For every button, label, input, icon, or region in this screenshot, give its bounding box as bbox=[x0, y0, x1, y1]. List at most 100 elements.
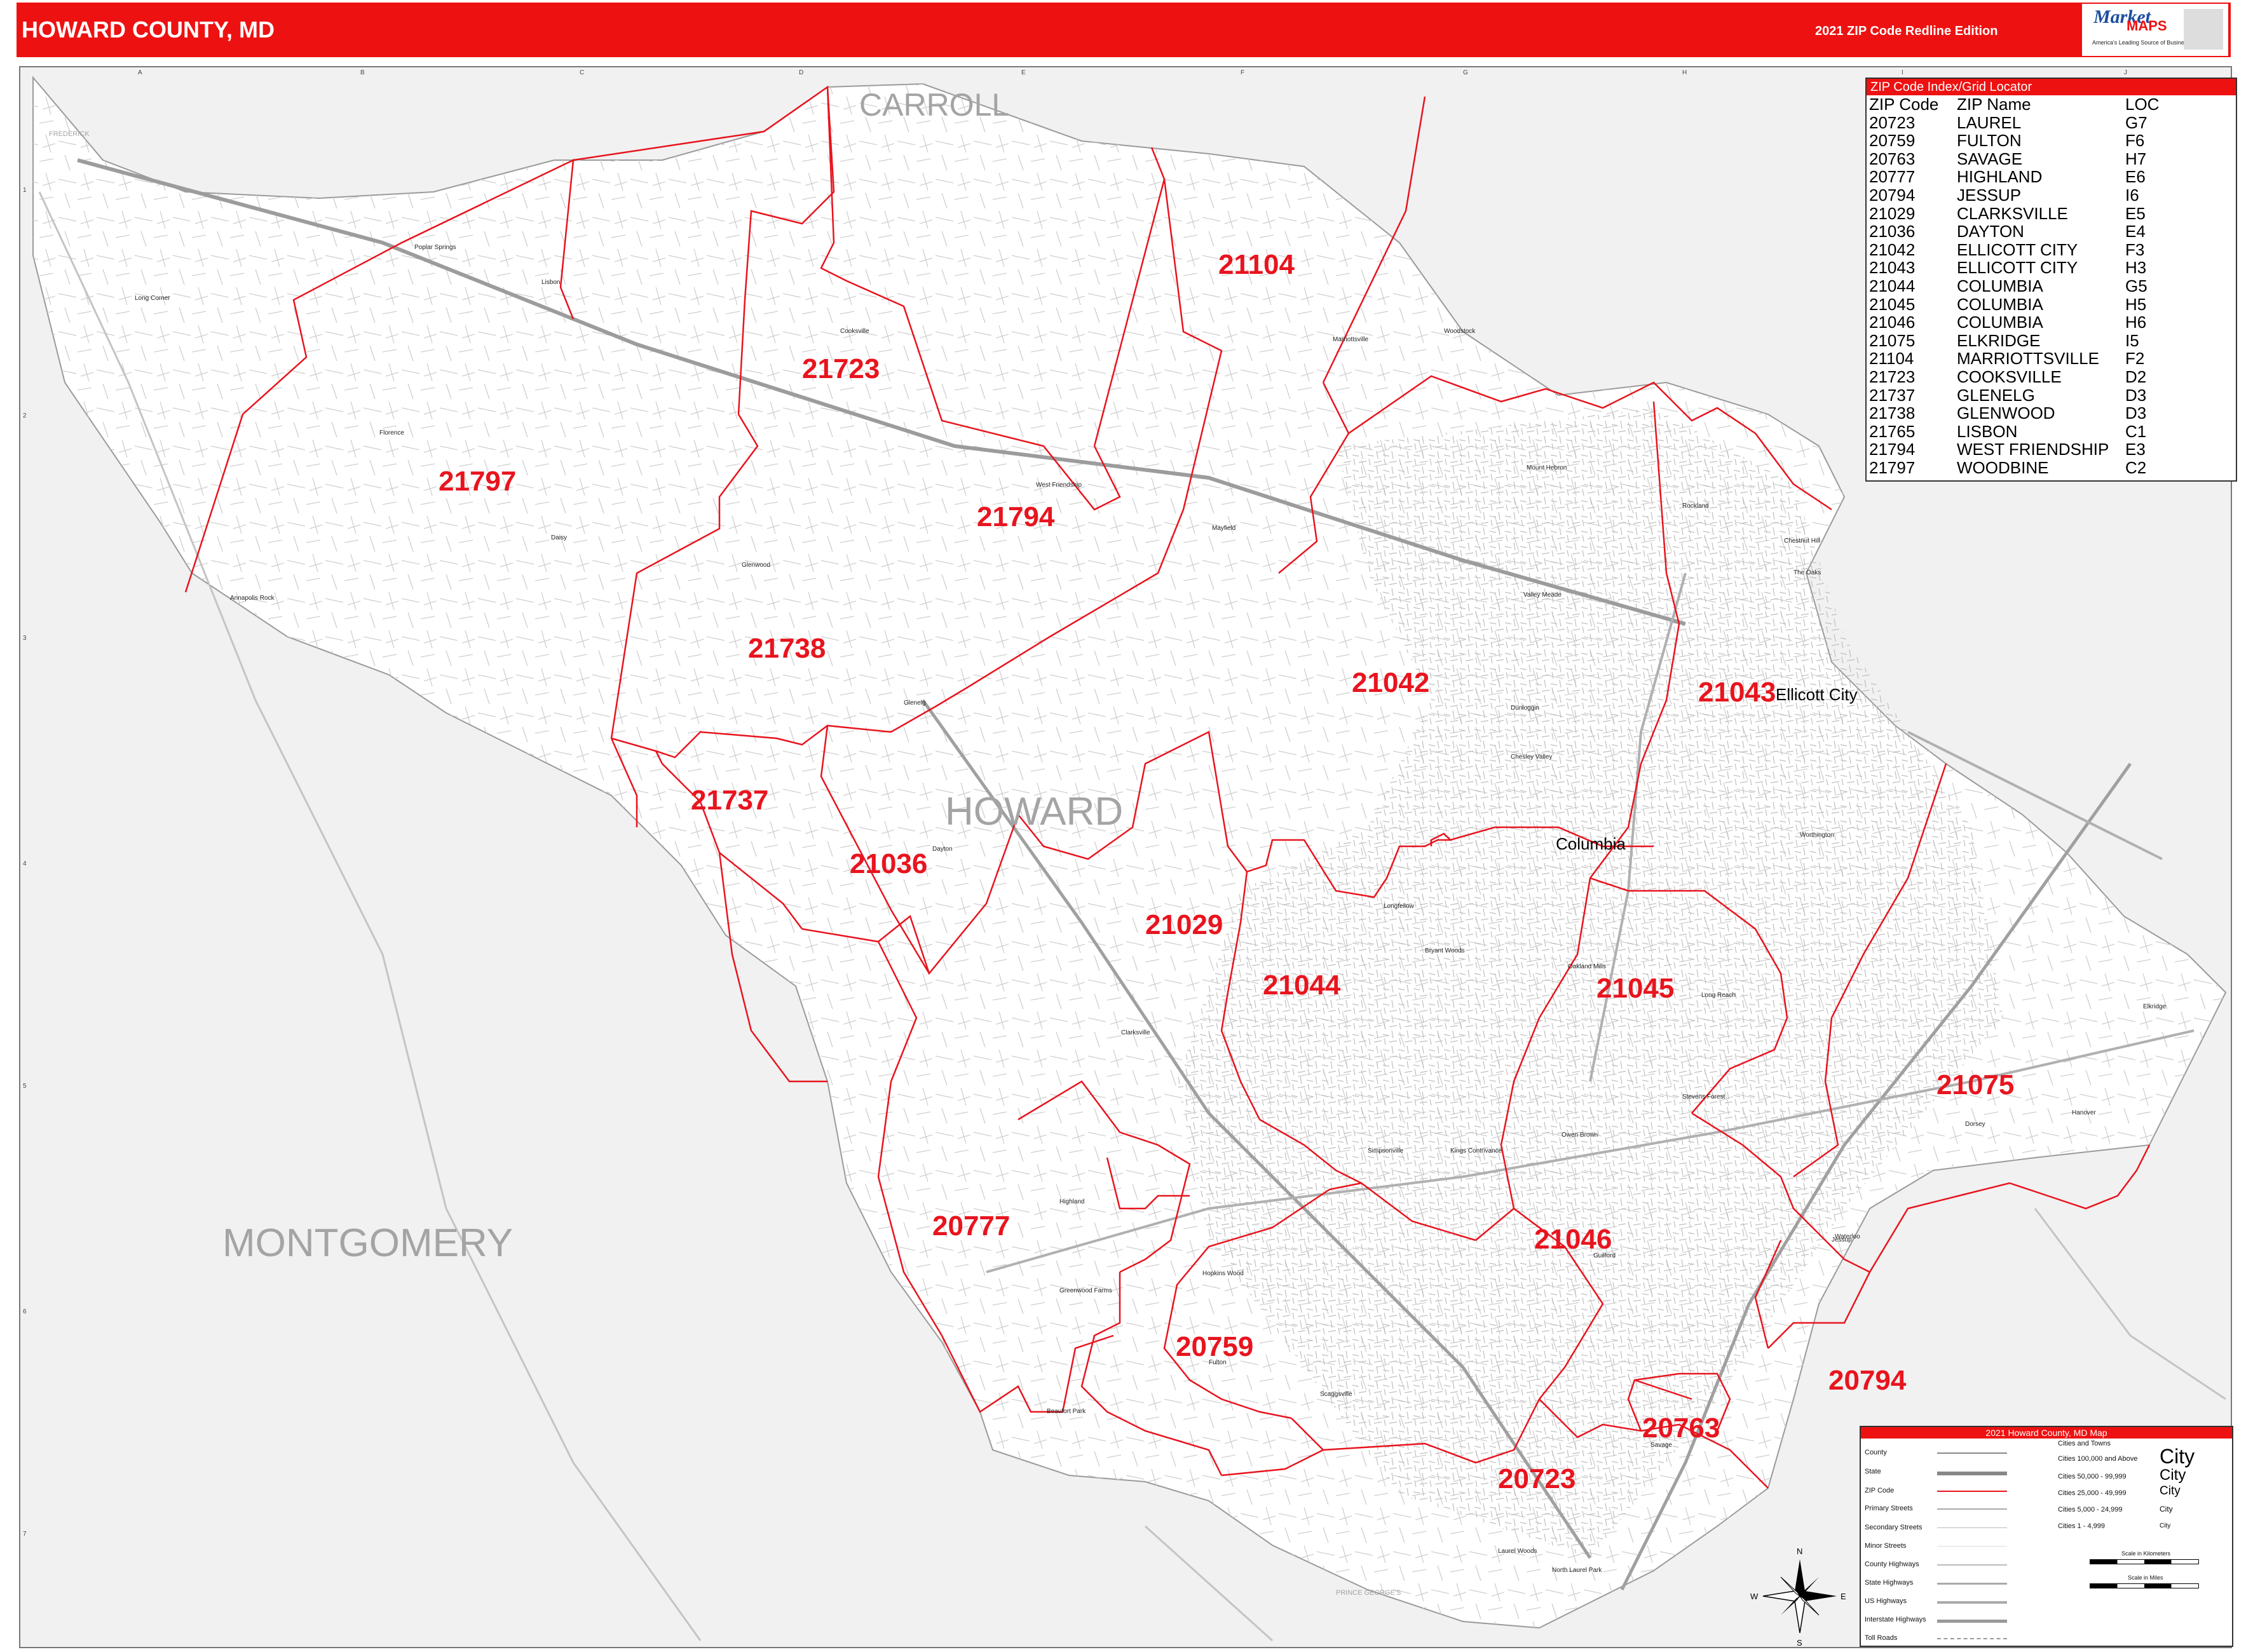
legend-state-line bbox=[1937, 1472, 2007, 1475]
index-cell-zip: 20723 bbox=[1869, 112, 1916, 132]
svg-text:Mayfield: Mayfield bbox=[1212, 525, 1235, 532]
index-cell-name: FULTON bbox=[1957, 131, 2022, 151]
index-cell-zip: 20759 bbox=[1869, 131, 1916, 151]
svg-text:Dorsey: Dorsey bbox=[1965, 1121, 1985, 1128]
ellicott-city-label: Ellicott City bbox=[1776, 685, 1858, 704]
svg-text:Daisy: Daisy bbox=[551, 534, 567, 541]
prince-georges-county-label: PRINCE GEORGE'S bbox=[1336, 1589, 1401, 1597]
contact-info-block bbox=[2184, 9, 2223, 50]
index-cell-zip: 21794 bbox=[1869, 440, 1916, 459]
zip-index-table: ZIP Code Index/Grid Locator ZIP Code ZIP… bbox=[1865, 78, 2237, 482]
legend-county-hwy-line bbox=[1937, 1564, 2007, 1566]
index-cell-loc: I6 bbox=[2125, 185, 2139, 205]
zip-label: 21737 bbox=[691, 785, 768, 816]
index-cell-loc: H3 bbox=[2125, 258, 2147, 278]
legend-title: 2021 Howard County, MD Map bbox=[1861, 1427, 2232, 1439]
svg-text:Hanover: Hanover bbox=[2072, 1109, 2096, 1116]
scale-km-label: Scale in Kilometers bbox=[2121, 1550, 2171, 1557]
index-row: 20723 LAUREL G7 bbox=[1869, 112, 2189, 132]
legend-city-sample-2: City bbox=[2160, 1466, 2186, 1484]
index-row: 21797 WOODBINE C2 bbox=[1869, 459, 2189, 477]
index-cell-zip: 20763 bbox=[1869, 149, 1916, 168]
index-cell-zip: 21042 bbox=[1869, 240, 1916, 259]
svg-text:North Laurel Park: North Laurel Park bbox=[1552, 1567, 1602, 1574]
index-cell-name: LAUREL bbox=[1957, 112, 2022, 132]
svg-text:G: G bbox=[1463, 69, 1468, 76]
svg-text:Long Reach: Long Reach bbox=[1701, 992, 1736, 999]
svg-text:5: 5 bbox=[23, 1083, 27, 1090]
svg-text:Longfellow: Longfellow bbox=[1384, 903, 1415, 910]
index-cell-name: LISBON bbox=[1957, 421, 2018, 441]
index-cell-name: ELKRIDGE bbox=[1957, 330, 2041, 350]
svg-text:F: F bbox=[1241, 69, 1244, 76]
legend-city-tier-1: Cities 100,000 and Above bbox=[2058, 1455, 2138, 1463]
zip-label: 21036 bbox=[850, 848, 927, 879]
legend-state: State bbox=[1865, 1468, 1881, 1475]
svg-text:West Friendship: West Friendship bbox=[1036, 482, 1082, 489]
index-cell-loc: E6 bbox=[2125, 167, 2146, 187]
index-cell-zip: 21737 bbox=[1869, 385, 1916, 405]
svg-text:Long Corner: Long Corner bbox=[135, 295, 170, 302]
compass-rose-icon: N S E W bbox=[1750, 1547, 1846, 1647]
index-cell-loc: C2 bbox=[2125, 457, 2147, 477]
legend-secondary-line bbox=[1937, 1527, 2007, 1528]
scale-mi-bar bbox=[2090, 1583, 2199, 1588]
index-cell-loc: D3 bbox=[2125, 403, 2147, 423]
svg-text:Glenwood: Glenwood bbox=[742, 562, 770, 569]
outside-road bbox=[1144, 1525, 1274, 1642]
legend-city-sample-4: City bbox=[2160, 1505, 2173, 1513]
legend-county-hwy: County Highways bbox=[1865, 1561, 1919, 1568]
svg-text:Lisbon: Lisbon bbox=[541, 279, 560, 286]
index-cell-name: SAVAGE bbox=[1957, 149, 2023, 168]
svg-text:Mount Hebron: Mount Hebron bbox=[1527, 464, 1567, 471]
svg-text:Waterloo: Waterloo bbox=[1835, 1233, 1860, 1240]
svg-text:Hopkins Wood: Hopkins Wood bbox=[1202, 1270, 1244, 1277]
frederick-county-label: FREDERICK bbox=[49, 130, 90, 138]
legend-primary: Primary Streets bbox=[1865, 1505, 1913, 1512]
zip-label: 21723 bbox=[802, 353, 880, 384]
index-cell-name: WEST FRIENDSHIP bbox=[1957, 440, 2109, 459]
index-cell-zip: 21029 bbox=[1869, 203, 1916, 223]
index-cell-name: COOKSVILLE bbox=[1957, 367, 2062, 386]
zip-label: 21044 bbox=[1263, 970, 1341, 1001]
zip-label: 20763 bbox=[1642, 1412, 1720, 1444]
index-cell-name: GLENELG bbox=[1957, 385, 2035, 405]
svg-text:Greenwood Farms: Greenwood Farms bbox=[1059, 1287, 1112, 1294]
svg-text:Scaggsville: Scaggsville bbox=[1320, 1391, 1352, 1398]
index-row: 21044 COLUMBIA G5 bbox=[1869, 277, 2189, 295]
svg-text:Stevens Forest: Stevens Forest bbox=[1682, 1093, 1725, 1100]
edition-label: 2021 ZIP Code Redline Edition bbox=[1815, 24, 1998, 38]
svg-text:7: 7 bbox=[23, 1531, 27, 1538]
index-cell-name: HIGHLAND bbox=[1957, 167, 2043, 187]
index-row: 21046 COLUMBIA H6 bbox=[1869, 313, 2189, 332]
index-cell-zip: 21765 bbox=[1869, 421, 1916, 441]
index-cell-zip: 21044 bbox=[1869, 276, 1916, 295]
compass-w: W bbox=[1750, 1592, 1759, 1601]
legend-zip: ZIP Code bbox=[1865, 1487, 1895, 1494]
zip-label: 21043 bbox=[1698, 677, 1776, 708]
svg-text:Dunloggin: Dunloggin bbox=[1511, 705, 1539, 712]
carroll-county-label: CARROLL bbox=[859, 87, 1009, 123]
legend-minor-line bbox=[1937, 1546, 2007, 1547]
legend-county: County bbox=[1865, 1449, 1887, 1456]
index-row: 20777 HIGHLAND E6 bbox=[1869, 168, 2189, 186]
index-row: 21045 COLUMBIA H5 bbox=[1869, 295, 2189, 314]
zip-label: 21794 bbox=[977, 501, 1055, 532]
index-row: 20763 SAVAGE H7 bbox=[1869, 150, 2189, 168]
svg-text:D: D bbox=[799, 69, 803, 76]
svg-text:Valley Meade: Valley Meade bbox=[1523, 592, 1562, 599]
index-row: 21075 ELKRIDGE I5 bbox=[1869, 332, 2189, 350]
outside-road bbox=[2034, 1208, 2226, 1400]
svg-text:Rockland: Rockland bbox=[1682, 503, 1709, 510]
index-cell-loc: E5 bbox=[2125, 203, 2146, 223]
legend-city-tier-5: Cities 1 - 4,999 bbox=[2058, 1522, 2105, 1530]
svg-text:6: 6 bbox=[23, 1308, 27, 1315]
legend-secondary: Secondary Streets bbox=[1865, 1524, 1923, 1531]
index-cell-loc: D3 bbox=[2125, 385, 2147, 405]
index-cell-loc: C1 bbox=[2125, 421, 2147, 441]
legend-zip-line bbox=[1937, 1491, 2007, 1492]
index-grid: ZIP Code ZIP Name LOC 20723 LAUREL G7 20759… bbox=[1869, 95, 2189, 477]
map-title: HOWARD COUNTY, MD bbox=[22, 17, 275, 43]
index-row: 20794 JESSUP I6 bbox=[1869, 186, 2189, 205]
svg-text:Bryant Woods: Bryant Woods bbox=[1425, 947, 1465, 954]
